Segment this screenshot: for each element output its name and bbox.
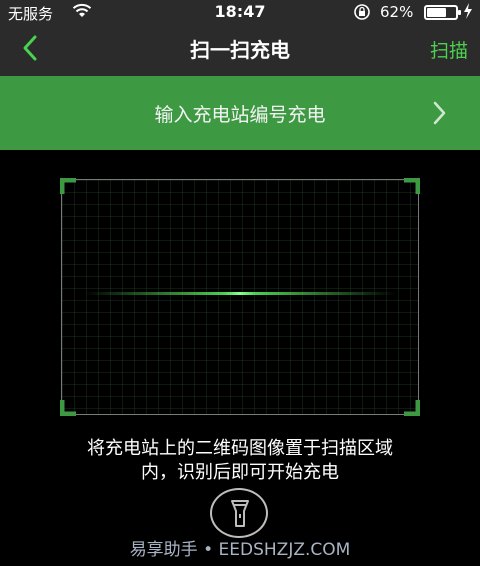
scan-area (60, 178, 420, 416)
rotation-lock-icon (352, 3, 372, 25)
charging-bolt-icon (463, 3, 473, 23)
battery-icon (424, 5, 461, 20)
scan-corner-top-left (60, 178, 76, 194)
navigation-bar: 扫一扫充电 扫描 (0, 24, 480, 76)
battery-percent: 62% (380, 3, 414, 21)
watermark: 易享助手 • EEDSHZJZ.COM (129, 540, 351, 560)
enter-station-number-button[interactable]: 输入充电站编号充电 (0, 76, 480, 150)
scan-corner-top-right (404, 178, 420, 194)
scan-corner-bottom-left (60, 400, 76, 416)
top-bar: 无服务 18:47 62% 扫一扫充电 扫描 (0, 0, 480, 76)
banner-label: 输入充电站编号充电 (154, 104, 326, 126)
page-title: 扫一扫充电 (190, 38, 290, 62)
forward-chevron-icon (433, 101, 446, 125)
scan-corner-bottom-right (404, 400, 420, 416)
flashlight-icon (231, 500, 249, 527)
scan-instructions-line2: 内，识别后即可开始充电 (141, 462, 339, 483)
scan-line (84, 292, 396, 295)
flashlight-button[interactable] (210, 488, 268, 538)
status-bar: 无服务 18:47 62% (0, 0, 480, 24)
scan-button[interactable]: 扫描 (430, 36, 468, 63)
scan-instructions: 将充电站上的二维码图像置于扫描区域 内，识别后即可开始充电 (20, 437, 460, 485)
scan-instructions-line1: 将充电站上的二维码图像置于扫描区域 (87, 438, 393, 459)
